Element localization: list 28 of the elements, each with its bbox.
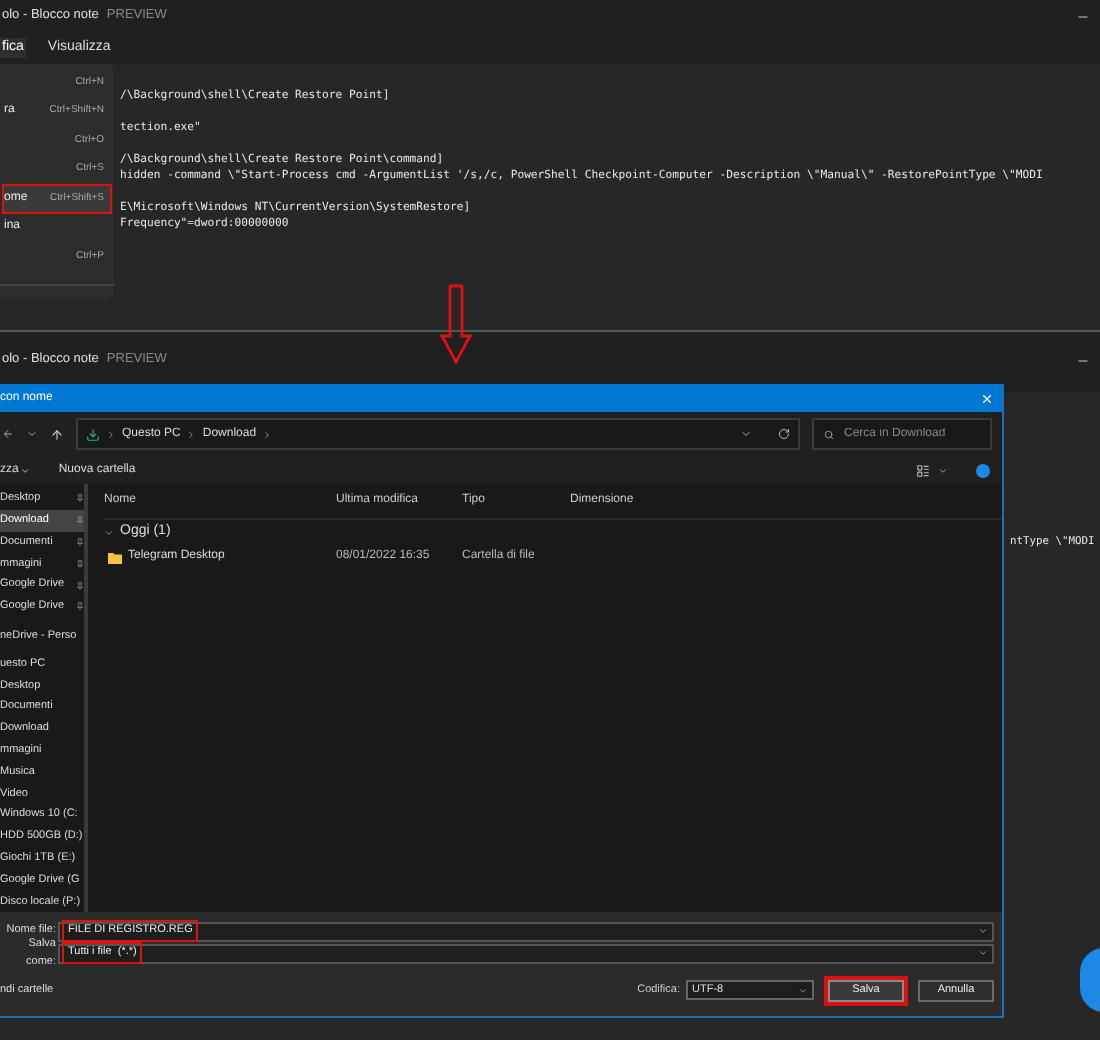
- search-icon: [824, 429, 834, 439]
- chevron-right-icon: [186, 429, 197, 439]
- pin-icon: [76, 559, 84, 568]
- pin-icon: [76, 602, 84, 611]
- up-icon[interactable]: [50, 427, 64, 441]
- pin-icon: [76, 537, 84, 546]
- download-icon: [86, 427, 100, 441]
- refresh-icon[interactable]: [778, 428, 790, 440]
- chevron-down-icon[interactable]: [740, 428, 752, 440]
- folder-icon: [108, 551, 122, 563]
- pin-icon: [76, 494, 84, 503]
- help-icon[interactable]: [976, 463, 990, 477]
- chevron-right-icon: [106, 429, 116, 439]
- close-icon[interactable]: [980, 391, 994, 405]
- chevron-down-icon[interactable]: [978, 948, 988, 958]
- chevron-down-icon[interactable]: [978, 926, 988, 936]
- pin-icon: [76, 516, 84, 525]
- back-icon[interactable]: [2, 428, 14, 440]
- view-icon[interactable]: [916, 463, 930, 477]
- down-arrow-icon: [440, 284, 472, 364]
- chevron-down-icon[interactable]: [798, 985, 808, 995]
- caret-icon[interactable]: [20, 465, 31, 475]
- chevron-down-icon[interactable]: [26, 428, 38, 440]
- chevron-right-icon: [262, 429, 273, 439]
- editor-area[interactable]: [0, 64, 1100, 330]
- chevron-down-icon[interactable]: [104, 528, 114, 538]
- pin-icon: [76, 581, 84, 590]
- chevron-down-icon[interactable]: [938, 465, 948, 475]
